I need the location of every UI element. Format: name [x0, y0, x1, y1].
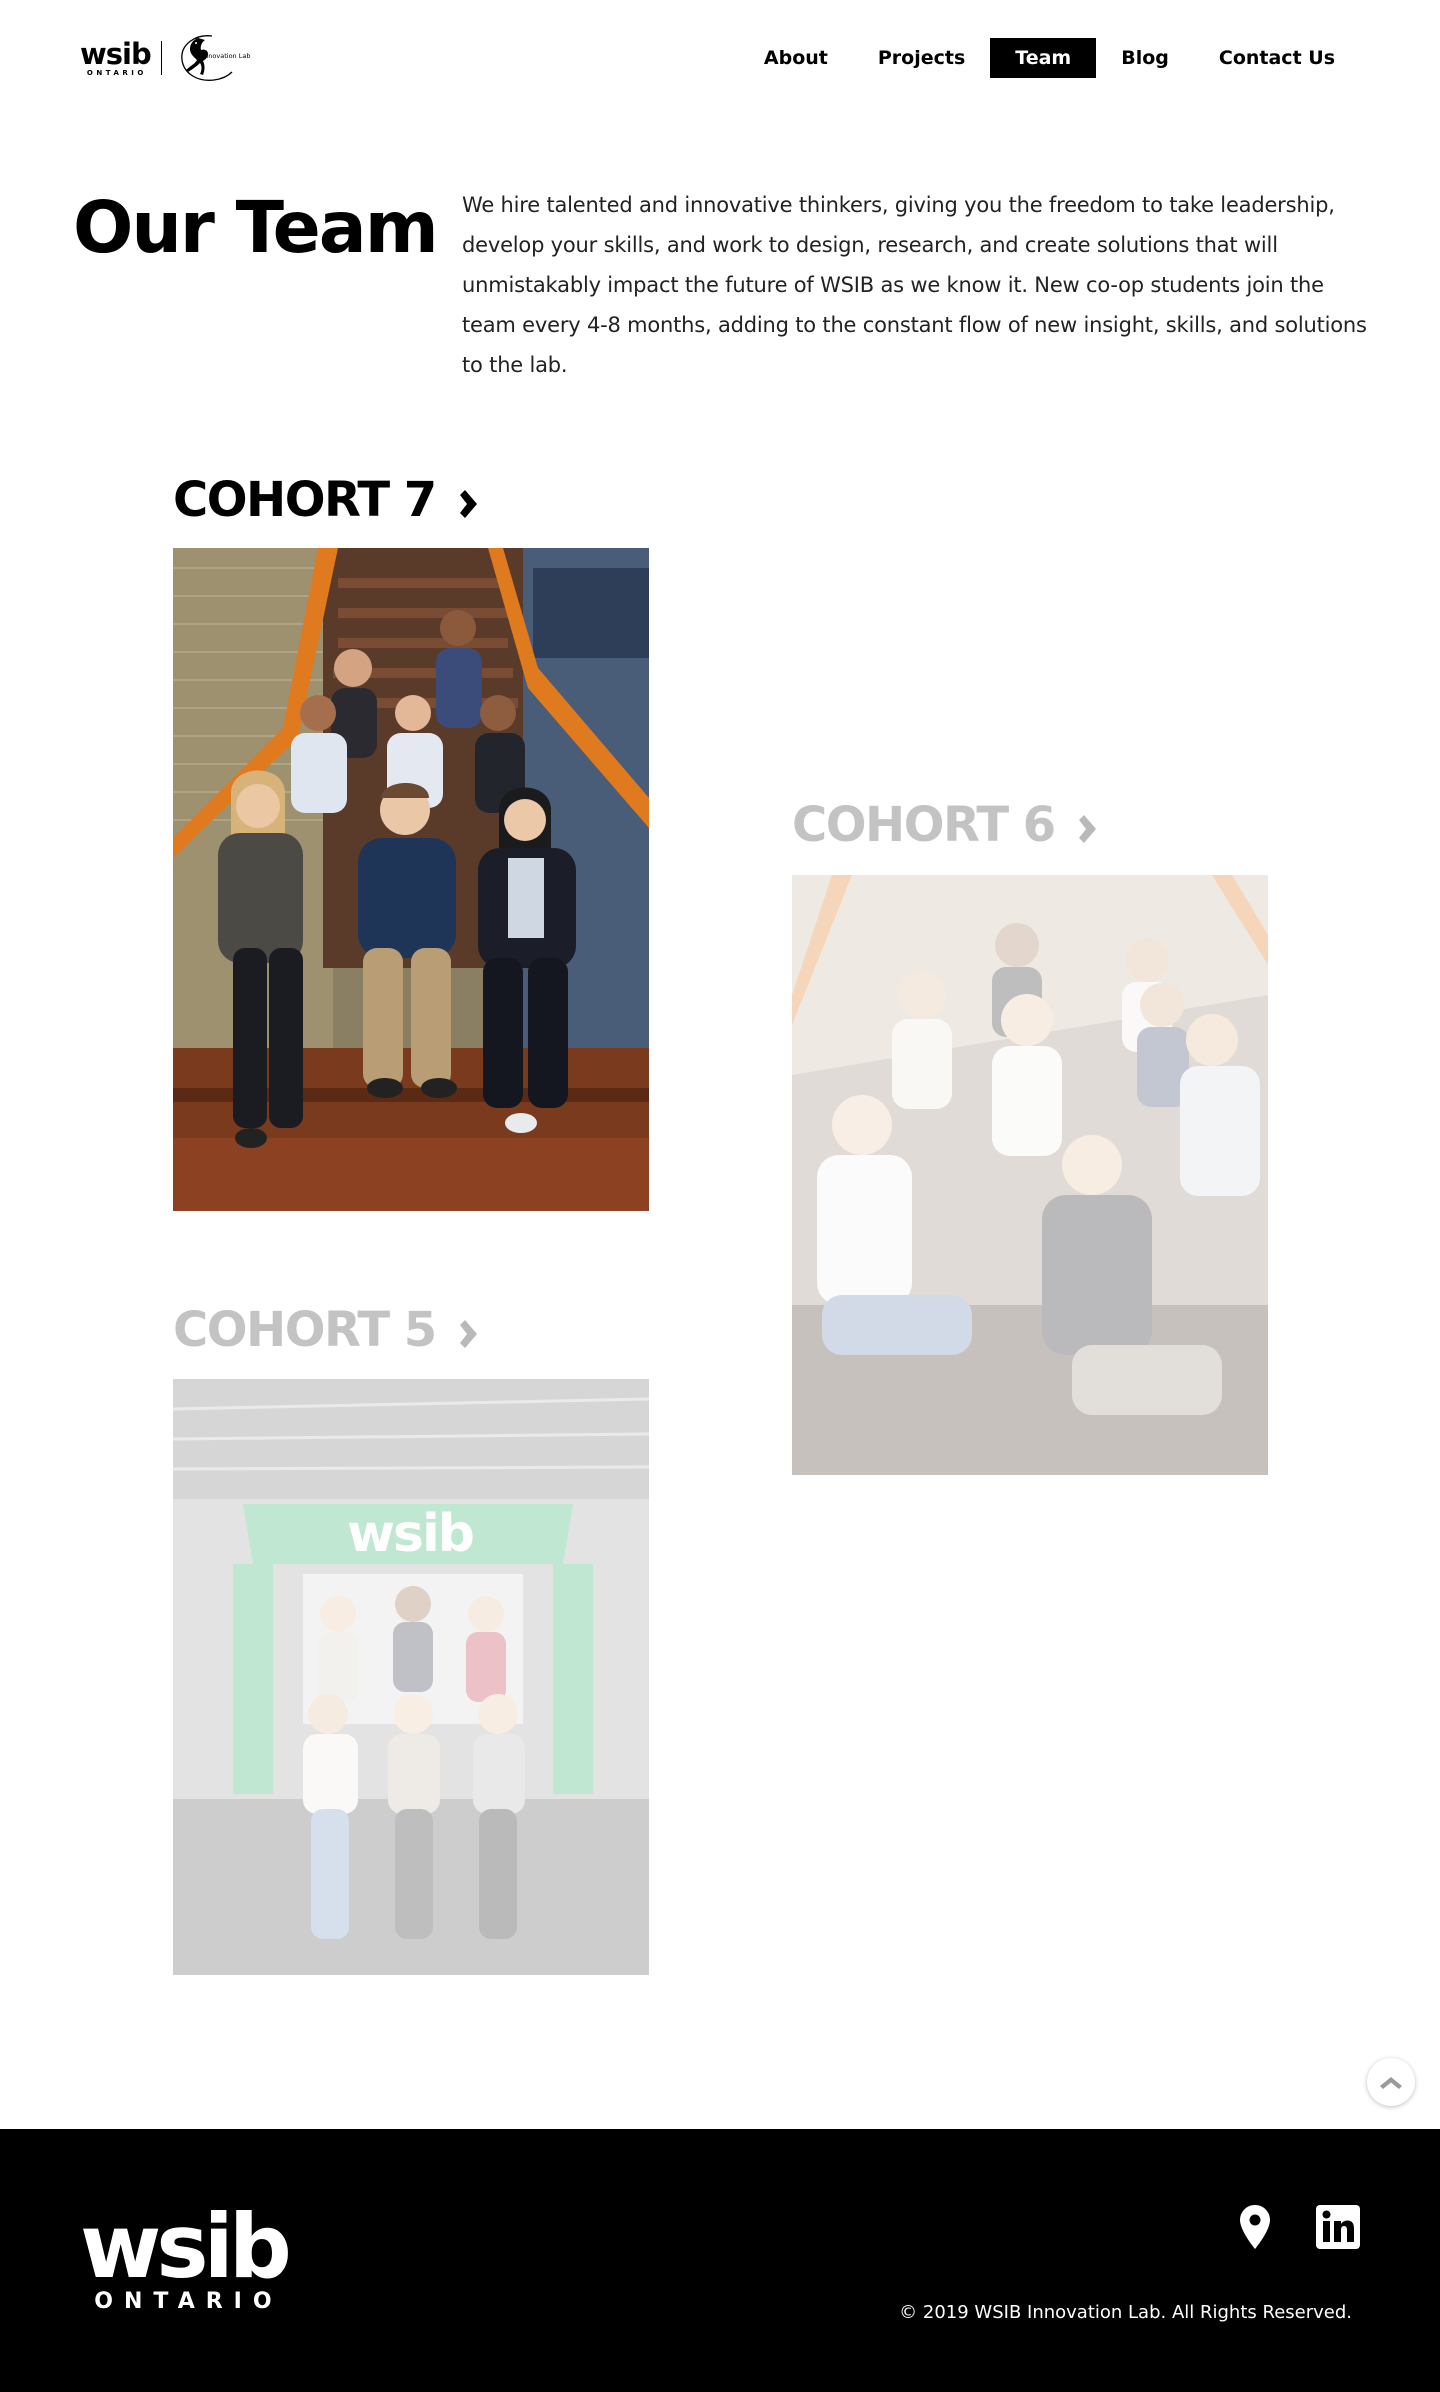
footer-logo-text: wsib [80, 2195, 292, 2298]
site-logo[interactable]: wsib ONTARIO Innovation Lab [80, 30, 250, 86]
chevron-right-icon [458, 1319, 478, 1354]
cohort-7-card: COHORT 7 [173, 470, 649, 1211]
team-intro-text: We hire talented and innovative thinkers… [462, 193, 1367, 377]
chevron-right-icon [1077, 814, 1097, 849]
cohort-7-link[interactable]: COHORT 7 [173, 470, 649, 530]
site-header: wsib ONTARIO Innovation Lab About Projec… [0, 0, 1440, 118]
map-pin-icon[interactable] [1240, 2205, 1270, 2254]
nav-item-blog[interactable]: Blog [1096, 38, 1194, 78]
cohort-7-photo[interactable] [173, 548, 649, 1211]
back-to-top-button[interactable] [1367, 2058, 1415, 2106]
site-footer: wsib ONTARIO © 2019 WSIB Innovation Lab.… [0, 2129, 1440, 2392]
innovation-lab-text: Innovation Lab [202, 52, 251, 60]
footer-logo[interactable]: wsib ONTARIO [80, 2195, 292, 2314]
cohort-5-link[interactable]: COHORT 5 [173, 1300, 649, 1360]
footer-logo-subtext: ONTARIO [94, 2289, 283, 2314]
innovation-lab-logo: Innovation Lab [174, 30, 250, 86]
chevron-up-icon [1380, 2077, 1402, 2089]
cohort-title: COHORT 7 [173, 472, 437, 528]
cohort-6-link[interactable]: COHORT 6 [792, 795, 1268, 855]
cohort-5-photo[interactable]: wsib [173, 1379, 649, 1975]
cohort-6-photo[interactable] [792, 875, 1268, 1475]
nav-item-contact-us[interactable]: Contact Us [1194, 38, 1360, 78]
cohort-title: COHORT 5 [173, 1302, 437, 1358]
chevron-right-icon [458, 489, 478, 524]
wsib-logo: wsib ONTARIO [80, 36, 152, 77]
copyright-text: © 2019 WSIB Innovation Lab. All Rights R… [899, 2302, 1352, 2323]
cohort-5-card: COHORT 5 wsib [173, 1300, 649, 1975]
wsib-logo-text: wsib [80, 36, 152, 71]
logo-divider [160, 41, 163, 75]
footer-social-links [1194, 2205, 1360, 2254]
linkedin-icon[interactable] [1316, 2205, 1360, 2254]
cohort-title: COHORT 6 [792, 797, 1056, 853]
wsib-logo-subtext: ONTARIO [86, 68, 147, 77]
page-title: Our Team [73, 186, 439, 269]
main-nav: About Projects Team Blog Contact Us [739, 38, 1360, 78]
nav-item-team[interactable]: Team [990, 38, 1097, 78]
nav-item-projects[interactable]: Projects [853, 38, 990, 78]
cohort-6-card: COHORT 6 [792, 795, 1268, 1475]
photo-banner-text: wsib [347, 1504, 473, 1564]
nav-item-about[interactable]: About [739, 38, 853, 78]
